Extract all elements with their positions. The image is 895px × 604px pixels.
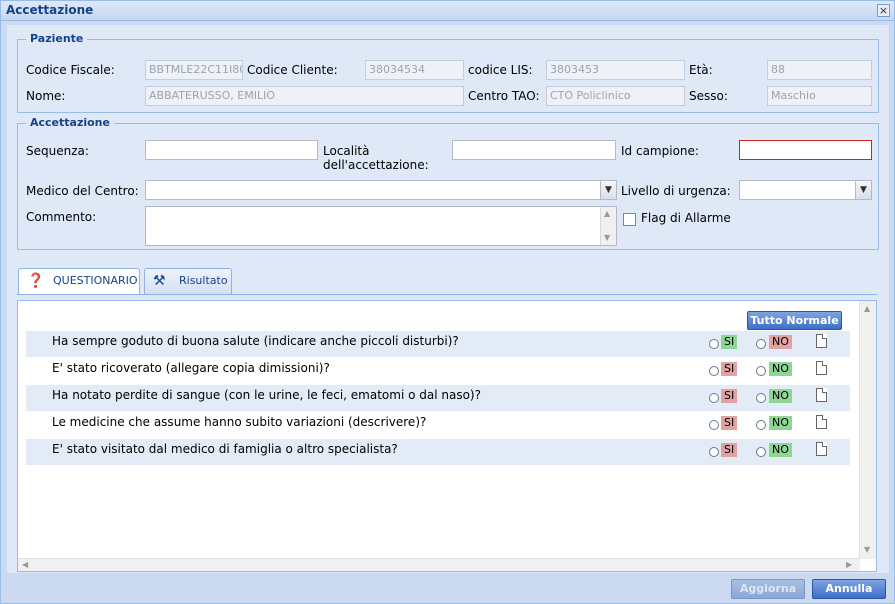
document-icon[interactable]	[816, 388, 827, 402]
tools-icon: ⚒	[153, 273, 166, 289]
commento-label: Commento:	[26, 210, 97, 224]
scroll-down-icon[interactable]: ▼	[604, 233, 610, 242]
close-icon[interactable]: ×	[877, 4, 890, 17]
accettazione-fieldset: Accettazione Sequenza: Località dell'acc…	[17, 116, 879, 250]
si-label: SI	[721, 443, 738, 457]
question-row: Ha sempre goduto di buona salute (indica…	[26, 331, 850, 357]
document-icon[interactable]	[816, 442, 827, 456]
eta-label: Età:	[689, 63, 713, 77]
question-row: Le medicine che assume hanno subito vari…	[26, 412, 850, 438]
aggiorna-button[interactable]: Aggiorna	[731, 579, 805, 599]
scroll-down-icon[interactable]: ▼	[864, 545, 870, 554]
si-label: SI	[721, 335, 738, 349]
si-radio[interactable]	[709, 339, 719, 349]
question-person-icon: ❓	[27, 273, 45, 289]
nome-field[interactable]: ABBATERUSSO, EMILIO	[145, 86, 464, 106]
window-title: Accettazione	[6, 3, 94, 17]
textarea-scrollbar[interactable]: ▲ ▼	[600, 207, 616, 245]
si-radio[interactable]	[709, 447, 719, 457]
codice-cliente-label: Codice Cliente:	[247, 63, 338, 77]
id-campione-input[interactable]	[739, 140, 872, 160]
codice-fiscale-label: Codice Fiscale:	[26, 63, 115, 77]
scroll-right-icon[interactable]: ▶	[846, 560, 852, 569]
no-radio[interactable]	[756, 366, 766, 376]
paziente-fieldset: Paziente Codice Fiscale: BBTMLE22C11I80 …	[17, 32, 879, 113]
questionario-panel: Tutto Normale Ha sempre goduto di buona …	[17, 300, 877, 572]
question-text: Ha notato perdite di sangue (con le urin…	[52, 388, 481, 402]
si-label: SI	[721, 416, 738, 430]
tab-risultato[interactable]: ⚒ Risultato	[144, 268, 232, 294]
tab-questionario-label: QUESTIONARIO	[53, 274, 138, 287]
scroll-up-icon[interactable]: ▲	[864, 304, 870, 313]
question-text: Le medicine che assume hanno subito vari…	[52, 415, 427, 429]
scroll-left-icon[interactable]: ◀	[22, 560, 28, 569]
localita-label-1: Località	[323, 144, 370, 158]
sesso-label: Sesso:	[689, 89, 728, 103]
question-row: E' stato ricoverato (allegare copia dimi…	[26, 358, 850, 384]
tab-questionario[interactable]: ❓ QUESTIONARIO	[18, 268, 140, 295]
document-icon[interactable]	[816, 415, 827, 429]
no-label: NO	[769, 416, 792, 430]
accettazione-window: Accettazione × Paziente Codice Fiscale: …	[0, 0, 895, 604]
nome-label: Nome:	[26, 89, 66, 103]
centro-tao-field[interactable]: CTO Policlinico	[546, 86, 685, 106]
codice-fiscale-field[interactable]: BBTMLE22C11I80	[145, 60, 243, 80]
flag-allarme-label: Flag di Allarme	[641, 211, 731, 225]
commento-textarea[interactable]: ▲ ▼	[145, 206, 617, 246]
si-radio[interactable]	[709, 393, 719, 403]
eta-field[interactable]: 88	[767, 60, 872, 80]
question-text: E' stato visitato dal medico di famiglia…	[52, 442, 398, 456]
no-label: NO	[769, 362, 792, 376]
chevron-down-icon[interactable]: ▼	[855, 181, 871, 199]
no-radio[interactable]	[756, 339, 766, 349]
accettazione-legend: Accettazione	[26, 116, 114, 129]
no-radio[interactable]	[756, 420, 766, 430]
codice-lis-field[interactable]: 3803453	[546, 60, 685, 80]
no-label: NO	[769, 443, 792, 457]
localita-label-2: dell'accettazione:	[323, 158, 429, 172]
scroll-up-icon[interactable]: ▲	[604, 209, 610, 218]
question-text: E' stato ricoverato (allegare copia dimi…	[52, 361, 330, 375]
tutto-normale-button[interactable]: Tutto Normale	[747, 311, 842, 330]
centro-tao-label: Centro TAO:	[468, 89, 540, 103]
chevron-down-icon[interactable]: ▼	[600, 181, 616, 199]
sequenza-input[interactable]	[145, 140, 318, 160]
question-row: Ha notato perdite di sangue (con le urin…	[26, 385, 850, 411]
medico-select[interactable]: ▼	[145, 180, 617, 200]
no-label: NO	[769, 389, 792, 403]
no-radio[interactable]	[756, 447, 766, 457]
vertical-scrollbar[interactable]: ▲ ▼	[859, 301, 876, 559]
medico-label: Medico del Centro:	[26, 184, 139, 198]
si-radio[interactable]	[709, 366, 719, 376]
no-radio[interactable]	[756, 393, 766, 403]
si-label: SI	[721, 389, 738, 403]
form-body: Paziente Codice Fiscale: BBTMLE22C11I80 …	[7, 25, 889, 573]
localita-input[interactable]	[452, 140, 616, 160]
sesso-field[interactable]: Maschio	[767, 86, 872, 106]
document-icon[interactable]	[816, 334, 827, 348]
codice-lis-label: codice LIS:	[468, 63, 533, 77]
no-label: NO	[769, 335, 792, 349]
sequenza-label: Sequenza:	[26, 144, 89, 158]
si-label: SI	[721, 362, 738, 376]
title-bar[interactable]: Accettazione ×	[1, 1, 894, 21]
paziente-legend: Paziente	[26, 32, 88, 45]
id-campione-label: Id campione:	[621, 144, 699, 158]
horizontal-scrollbar[interactable]: ◀ ▶	[18, 558, 860, 571]
annulla-button[interactable]: Annulla	[812, 579, 886, 599]
question-text: Ha sempre goduto di buona salute (indica…	[52, 334, 459, 348]
document-icon[interactable]	[816, 361, 827, 375]
urgenza-select[interactable]: ▼	[739, 180, 872, 200]
urgenza-label: Livello di urgenza:	[621, 184, 731, 198]
si-radio[interactable]	[709, 420, 719, 430]
codice-cliente-field[interactable]: 38034534	[365, 60, 464, 80]
tab-risultato-label: Risultato	[179, 274, 228, 287]
flag-allarme-checkbox[interactable]	[623, 213, 636, 226]
question-row: E' stato visitato dal medico di famiglia…	[26, 439, 850, 465]
